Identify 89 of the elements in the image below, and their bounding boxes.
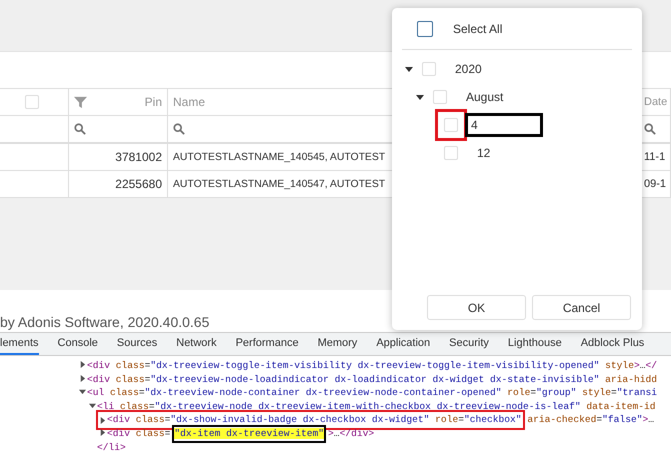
devtools-tab[interactable]: Sources — [116, 333, 158, 355]
code-token: "checkbox" — [464, 413, 522, 427]
code-token: class — [109, 386, 139, 400]
tree-item-label[interactable]: 4 — [468, 116, 488, 134]
table-cell: 11-1 — [644, 151, 666, 163]
tree-checkbox[interactable] — [444, 146, 458, 160]
devtools-tab[interactable]: lements — [0, 333, 39, 355]
code-token: "dx-show-invalid-badge dx-checkbox dx-widget" — [170, 413, 430, 427]
code-token: "transi — [616, 386, 658, 400]
devtools-tab[interactable]: Security — [449, 333, 489, 355]
code-token: = — [596, 413, 602, 427]
code-token: > — [328, 426, 334, 441]
table-cell: AUTOTESTLASTNAME_140547, AUTOTEST — [173, 178, 386, 190]
code-token: … — [648, 413, 654, 427]
expand-toggle-icon[interactable] — [79, 361, 86, 368]
code-token: <li — [97, 400, 114, 414]
expand-toggle-icon[interactable] — [405, 65, 413, 73]
code-token: role — [506, 386, 530, 400]
code-token: <div — [87, 359, 110, 373]
code-token: "dx-treeview-node-container dx-treeview-node-container-opened" — [144, 386, 502, 400]
code-token: </ — [645, 359, 657, 373]
expand-toggle-icon[interactable] — [416, 93, 424, 101]
code-token: = — [144, 359, 150, 373]
expand-toggle-icon[interactable] — [79, 374, 86, 382]
devtools-tab[interactable]: Lighthouse — [508, 333, 562, 355]
code-token: … — [640, 359, 646, 373]
select-all-label[interactable]: Select All — [453, 22, 502, 36]
code-token: class — [134, 426, 165, 441]
footer-text: by Adonis Software, 2020.40.0.65 — [0, 314, 210, 330]
code-token: <div — [107, 426, 130, 441]
search-icon[interactable] — [644, 123, 656, 135]
code-token: class — [119, 400, 149, 414]
code-token: > — [642, 413, 648, 427]
code-token: <div — [107, 413, 130, 427]
devtools-tab[interactable]: Memory — [318, 333, 358, 355]
tree-checkbox[interactable] — [433, 90, 447, 104]
code-token: = — [530, 386, 536, 400]
dialog-button[interactable]: Cancel — [532, 295, 631, 320]
devtools-tab[interactable]: Network — [176, 333, 217, 355]
tree-item-label[interactable]: 12 — [474, 144, 494, 162]
code-token: = — [164, 413, 170, 427]
devtools-tab[interactable]: Console — [58, 333, 98, 355]
table-cell: 09-1 — [644, 178, 666, 190]
code-token: … — [334, 426, 340, 441]
code-token: role — [434, 413, 458, 427]
code-token: = — [610, 386, 617, 400]
code-token: = — [164, 426, 170, 441]
code-token: <ul — [87, 386, 104, 400]
expand-toggle-icon[interactable] — [89, 402, 96, 409]
tree-item-label[interactable]: August — [463, 88, 506, 106]
code-token: <div — [87, 372, 110, 386]
table-cell: 2255680 — [115, 177, 162, 191]
code-token: "dx-treeview-node-loadindicator dx-loadindicator dx-widget dx-state-invisible" — [150, 372, 600, 386]
search-icon[interactable] — [173, 123, 185, 135]
code-token: "group" — [536, 386, 576, 400]
select-all-checkbox[interactable] — [417, 21, 433, 37]
code-token: = — [144, 372, 150, 386]
code-token: "false" — [602, 413, 642, 427]
code-token: </li> — [97, 440, 126, 454]
expand-toggle-icon[interactable] — [99, 416, 106, 424]
code-token: "dx-treeview-node dx-treeview-item-with-checkbox dx-treeview-node-is-leaf" — [154, 400, 581, 414]
table-cell: 3781002 — [115, 150, 162, 164]
dialog-button[interactable]: OK — [427, 295, 526, 320]
code-token: aria-hidd — [604, 372, 657, 386]
code-token: > — [634, 359, 640, 373]
code-token: </div> — [340, 426, 374, 441]
code-token: aria-checked — [526, 413, 596, 427]
code-token: = — [458, 413, 464, 427]
table-cell: AUTOTESTLASTNAME_140545, AUTOTEST — [173, 152, 386, 162]
search-icon[interactable] — [74, 123, 86, 135]
code-token: "dx-item dx-treeview-item" — [174, 428, 324, 439]
code-token: class — [114, 372, 145, 386]
tree-checkbox[interactable] — [444, 118, 458, 132]
code-token: class — [134, 413, 165, 427]
code-token: style — [604, 359, 634, 373]
code-token: data-item-id — [585, 400, 656, 414]
filter-icon[interactable] — [74, 96, 87, 108]
tree-checkbox[interactable] — [422, 62, 436, 76]
code-token: "dx-treeview-toggle-item-visibility dx-treeview-toggle-item-visibility-opened" — [150, 359, 600, 373]
code-token: = — [138, 386, 145, 400]
expand-toggle-icon[interactable] — [79, 388, 86, 396]
code-token: style — [581, 386, 611, 400]
devtools-tab[interactable]: Application — [376, 333, 430, 355]
devtools-tab[interactable]: Adblock Plus — [580, 333, 644, 355]
devtools-tab[interactable]: Performance — [236, 333, 299, 355]
expand-toggle-icon[interactable] — [99, 428, 106, 436]
tree-item-label[interactable]: 2020 — [452, 60, 485, 78]
code-token: class — [114, 359, 145, 373]
code-token: = — [148, 400, 155, 414]
